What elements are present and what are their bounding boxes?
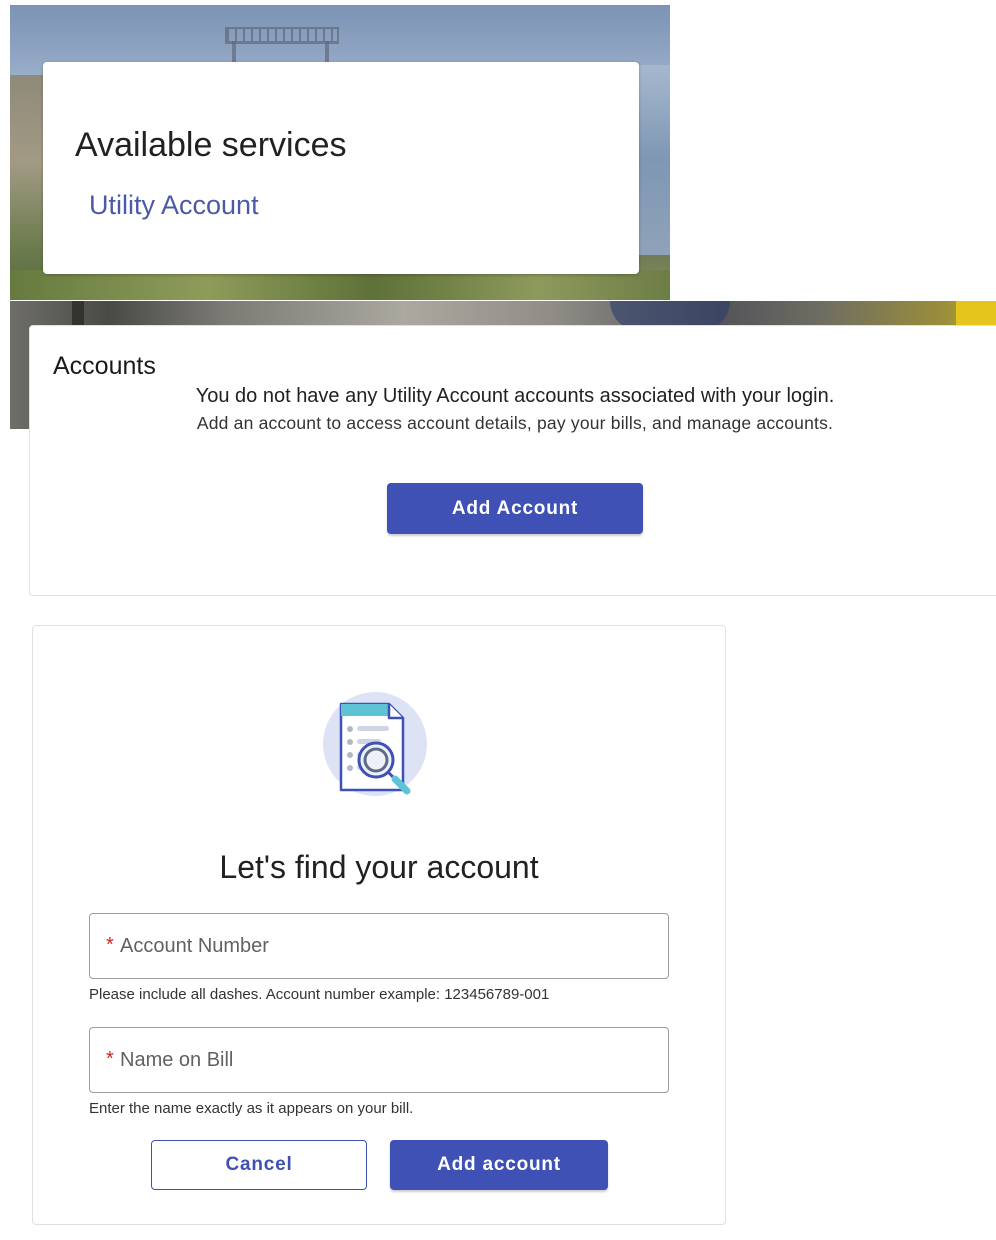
find-account-card: Let's find your account * Please include… <box>32 625 726 1225</box>
hero-bridge <box>225 27 339 44</box>
add-account-button[interactable]: Add Account <box>387 483 643 534</box>
name-on-bill-hint: Enter the name exactly as it appears on … <box>89 1100 414 1117</box>
find-account-title: Let's find your account <box>219 849 539 885</box>
required-asterisk: * <box>106 934 114 956</box>
no-accounts-message: You do not have any Utility Account acco… <box>195 385 835 407</box>
accounts-title: Accounts <box>53 352 156 380</box>
available-services-card: Available services Utility Account <box>43 62 639 274</box>
services-title: Available services <box>75 126 347 164</box>
document-search-icon <box>323 692 427 796</box>
account-number-input[interactable] <box>120 928 650 964</box>
submit-add-account-button[interactable]: Add account <box>390 1140 608 1190</box>
name-on-bill-field[interactable]: * <box>89 1027 669 1093</box>
account-number-hint: Please include all dashes. Account numbe… <box>89 986 550 1003</box>
utility-account-link[interactable]: Utility Account <box>89 192 259 219</box>
add-account-instructions: Add an account to access account details… <box>196 413 834 433</box>
required-asterisk: * <box>106 1048 114 1070</box>
hero-grass <box>10 270 670 300</box>
cancel-button[interactable]: Cancel <box>151 1140 367 1190</box>
accounts-card: Accounts You do not have any Utility Acc… <box>29 325 996 596</box>
name-on-bill-input[interactable] <box>120 1042 650 1078</box>
account-number-field[interactable]: * <box>89 913 669 979</box>
